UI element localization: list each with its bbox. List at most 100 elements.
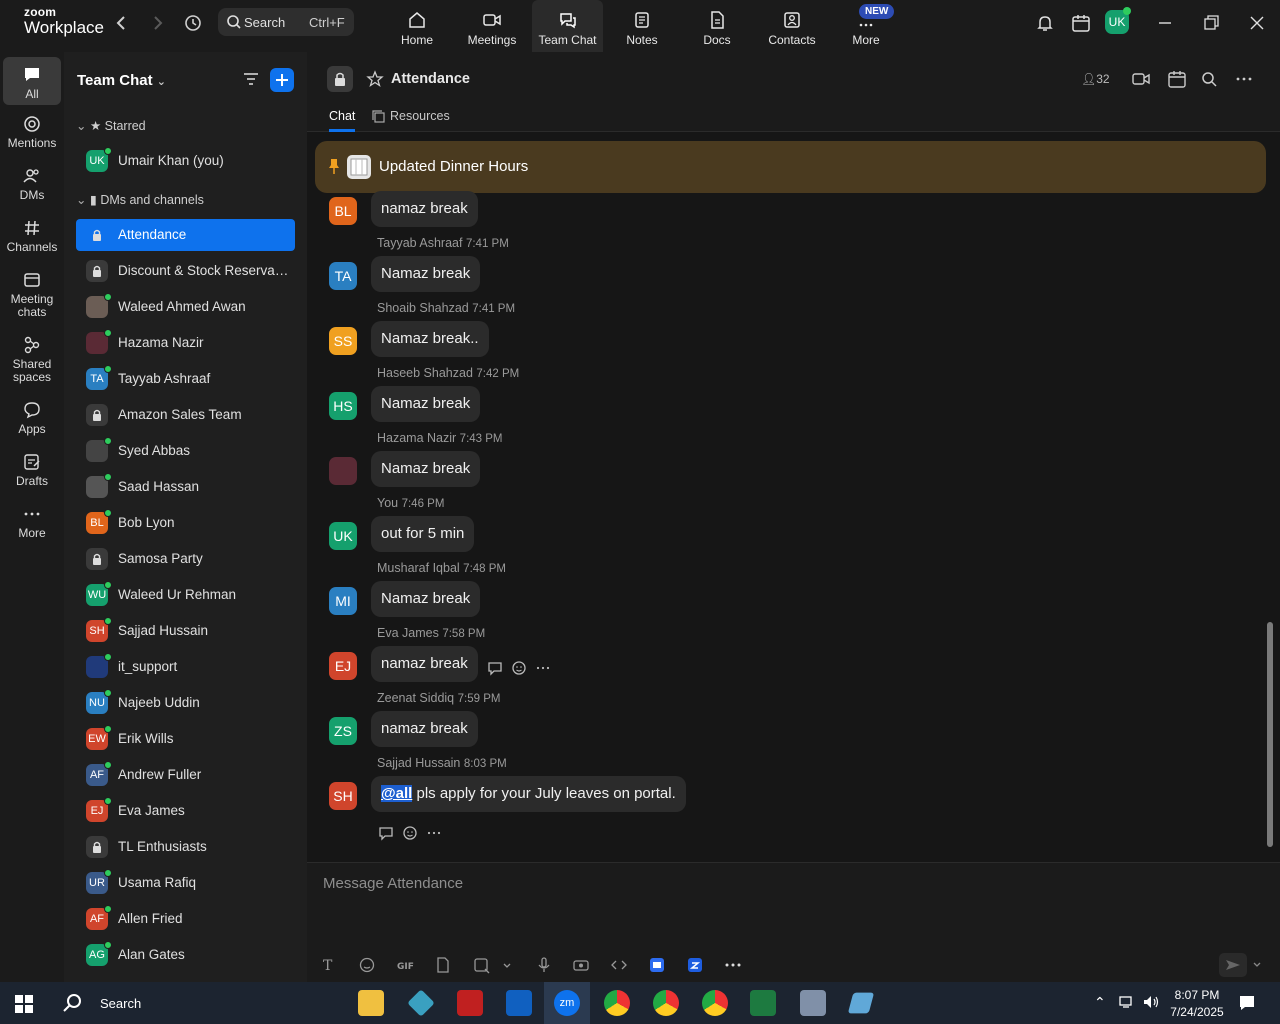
more-icon[interactable]	[724, 956, 742, 974]
composer-input[interactable]: Message Attendance	[323, 875, 463, 892]
gif-icon[interactable]: GIF	[396, 956, 414, 974]
sender-name[interactable]: Eva James	[377, 626, 439, 640]
mention-tag[interactable]: @all	[381, 785, 413, 802]
star-icon[interactable]	[366, 70, 384, 88]
calendar-app-icon[interactable]	[1070, 12, 1092, 34]
message-bubble[interactable]: namaz break	[371, 646, 478, 682]
sender-name[interactable]: Zeenat Siddiq	[377, 691, 454, 705]
rail-shared-spaces[interactable]: Shared spaces	[3, 335, 61, 384]
video-message-icon[interactable]	[572, 956, 590, 974]
sidebar-item[interactable]: SH Sajjad Hussain	[76, 615, 295, 647]
rail-drafts[interactable]: Drafts	[3, 452, 61, 488]
avatar[interactable]: HS	[329, 392, 357, 420]
channel-title[interactable]: Attendance	[391, 71, 470, 87]
sidebar-title[interactable]: Team Chat ⌄	[77, 72, 166, 89]
volume-icon[interactable]	[1142, 994, 1160, 1010]
tab-docs[interactable]: Docs	[682, 0, 752, 52]
rail-all[interactable]: All	[3, 57, 61, 105]
avatar[interactable]: SS	[329, 327, 357, 355]
file-explorer-icon[interactable]	[358, 990, 384, 1016]
rail-channels[interactable]: Channels	[3, 218, 61, 254]
tab-contacts[interactable]: Contacts	[757, 0, 827, 52]
tab-meetings[interactable]: Meetings	[457, 0, 527, 52]
taskbar-search-icon[interactable]	[62, 992, 84, 1014]
app-zoom-icon[interactable]	[686, 956, 704, 974]
starred-header[interactable]: ⌄ ★ Starred	[76, 118, 146, 133]
filter-icon[interactable]	[242, 70, 260, 88]
sidebar-item[interactable]: Discount & Stock Reservati...	[76, 255, 295, 287]
taskbar-search-label[interactable]: Search	[100, 996, 141, 1011]
more-icon[interactable]	[535, 660, 551, 676]
calculator-icon[interactable]	[800, 990, 826, 1016]
notifications-icon[interactable]	[1238, 994, 1256, 1012]
sender-name[interactable]: Musharaf Iqbal	[377, 561, 460, 575]
restore-icon[interactable]	[1200, 12, 1222, 34]
tab-home[interactable]: Home	[382, 0, 452, 52]
rail-apps[interactable]: Apps	[3, 400, 61, 436]
sidebar-item[interactable]: Amazon Sales Team	[76, 399, 295, 431]
message-bubble[interactable]: Namaz break	[371, 451, 481, 487]
sidebar-item[interactable]: Saad Hassan	[76, 471, 295, 503]
sender-name[interactable]: Shoaib Shahzad	[377, 301, 469, 315]
emoji-icon[interactable]	[402, 825, 418, 841]
send-button[interactable]	[1219, 953, 1247, 977]
sidebar-item[interactable]: TA Tayyab Ashraaf	[76, 363, 295, 395]
sidebar-item-umair-khan[interactable]: UK Umair Khan (you)	[76, 145, 295, 177]
calendar-icon[interactable]	[1167, 69, 1187, 89]
sidebar-item[interactable]: WU Waleed Ur Rehman	[76, 579, 295, 611]
sender-name[interactable]: Hazama Nazir	[377, 431, 456, 445]
avatar[interactable]: TA	[329, 262, 357, 290]
history-icon[interactable]	[182, 12, 204, 34]
sender-name[interactable]: Sajjad Hussain	[377, 756, 460, 770]
message-bubble[interactable]: Namaz break	[371, 256, 481, 292]
reply-icon[interactable]	[378, 825, 394, 841]
tab-chat[interactable]: Chat	[329, 109, 355, 123]
video-call-icon[interactable]	[1131, 70, 1151, 88]
new-chat-button[interactable]	[270, 68, 294, 92]
back-icon[interactable]	[111, 12, 133, 34]
sidebar-item[interactable]: EJ Eva James	[76, 795, 295, 827]
sender-name[interactable]: Tayyab Ashraaf	[377, 236, 462, 250]
zoom-taskbar-button[interactable]: zm	[544, 982, 590, 1024]
filezilla-icon[interactable]	[457, 990, 483, 1016]
notepad-icon[interactable]	[847, 992, 875, 1014]
sidebar-item[interactable]: AF Andrew Fuller	[76, 759, 295, 791]
sidebar-item[interactable]: TL Enthusiasts	[76, 831, 295, 863]
forward-icon[interactable]	[146, 12, 168, 34]
message-bubble[interactable]: namaz break	[371, 191, 478, 227]
excel-icon[interactable]	[750, 990, 776, 1016]
tab-team-chat[interactable]: Team Chat	[532, 0, 603, 52]
windows-start-icon[interactable]	[14, 994, 34, 1014]
avatar[interactable]: BL	[329, 197, 357, 225]
sidebar-item[interactable]: Attendance	[76, 219, 295, 251]
message-bubble[interactable]: Namaz break	[371, 386, 481, 422]
message-bubble[interactable]: out for 5 min	[371, 516, 475, 552]
message-bubble[interactable]: @all pls apply for your July leaves on p…	[371, 776, 686, 812]
tray-chevron-icon[interactable]: ⌃	[1094, 994, 1106, 1011]
chrome-icon[interactable]	[653, 990, 679, 1016]
sender-name[interactable]: You	[377, 496, 398, 510]
avatar[interactable]: MI	[329, 587, 357, 615]
chevron-down-icon[interactable]	[498, 956, 516, 974]
message-bubble[interactable]: namaz break	[371, 711, 478, 747]
avatar[interactable]: EJ	[329, 652, 357, 680]
sidebar-item[interactable]: UR Usama Rafiq	[76, 867, 295, 899]
more-icon[interactable]	[426, 825, 442, 841]
sidebar-item[interactable]: BL Bob Lyon	[76, 507, 295, 539]
minimize-icon[interactable]	[1154, 12, 1176, 34]
app-blue-icon[interactable]	[648, 956, 666, 974]
sidebar-item[interactable]: AG Alan Gates	[76, 939, 295, 971]
sidebar-item[interactable]: Syed Abbas	[76, 435, 295, 467]
rail-meeting-chats[interactable]: Meeting chats	[3, 270, 61, 319]
message-composer[interactable]: Message Attendance T GIF	[307, 862, 1280, 982]
emoji-icon[interactable]	[511, 660, 527, 676]
dms-header[interactable]: ⌄ ▮ DMs and channels	[76, 192, 204, 207]
more-options-icon[interactable]	[1235, 70, 1253, 88]
member-count-button[interactable]: 👤︎32	[1081, 72, 1110, 86]
reply-icon[interactable]	[487, 660, 503, 676]
avatar[interactable]: UK	[329, 522, 357, 550]
avatar[interactable]	[329, 457, 357, 485]
bell-icon[interactable]	[1034, 12, 1056, 34]
rail-mentions[interactable]: Mentions	[3, 114, 61, 150]
avatar[interactable]: SH	[329, 782, 357, 810]
